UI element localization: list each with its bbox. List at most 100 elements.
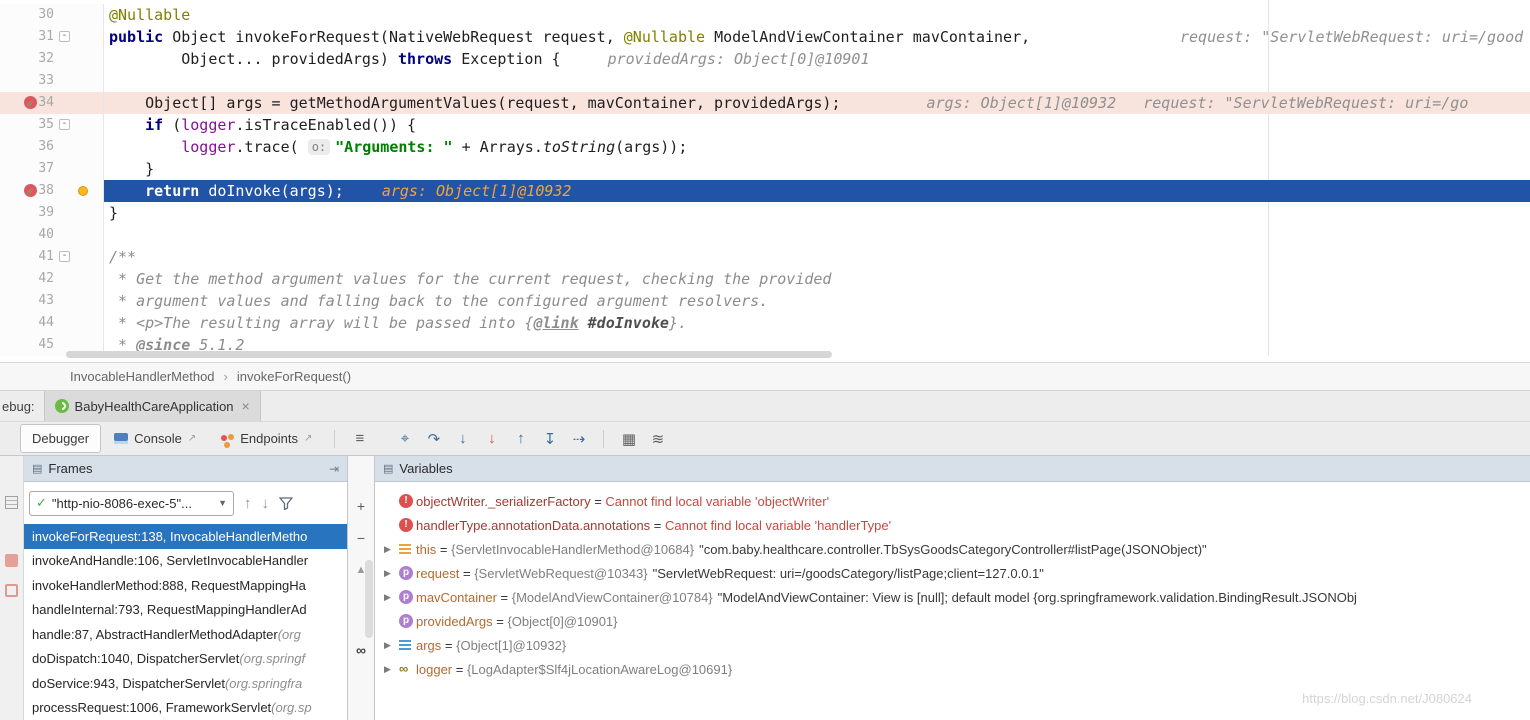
gutter-42[interactable]: 42 [0, 268, 104, 290]
memory-side-icon[interactable] [5, 554, 18, 567]
gutter-36[interactable]: 36 [0, 136, 104, 158]
grid-side-icon[interactable] [5, 496, 18, 509]
horizontal-scrollbar[interactable] [66, 351, 832, 358]
code-line-39[interactable]: 39} [0, 202, 1530, 224]
breakpoints-side-icon[interactable] [5, 584, 18, 597]
fold-icon[interactable]: - [59, 251, 70, 262]
filter-icon[interactable] [279, 497, 293, 510]
fold-icon[interactable]: - [59, 31, 70, 42]
inline-debug-hint: args: Object[1]@10932 request: "ServletW… [927, 94, 1469, 112]
stack-frame-row[interactable]: handle:87, AbstractHandlerMethodAdapter … [24, 622, 347, 647]
stack-frame-row[interactable]: handleInternal:793, RequestMappingHandle… [24, 598, 347, 623]
stack-frame-row[interactable]: doService:943, DispatcherServlet (org.sp… [24, 671, 347, 696]
endpoints-icon [220, 432, 234, 446]
code-line-40[interactable]: 40 [0, 224, 1530, 246]
stack-frame-row[interactable]: processRequest:1006, FrameworkServlet (o… [24, 696, 347, 720]
variable-row-this[interactable]: ▶this = {ServletInvocableHandlerMethod@1… [375, 537, 1530, 561]
next-frame-icon[interactable]: ↓ [262, 495, 270, 512]
close-icon[interactable]: × [242, 398, 250, 414]
variable-row-args[interactable]: ▶args = {Object[1]@10932} [375, 633, 1530, 657]
code-line-41[interactable]: 41-/** [0, 246, 1530, 268]
frames-scrollbar[interactable] [365, 560, 373, 638]
show-execution-point-icon[interactable]: ⌖ [391, 430, 418, 447]
variable-row-request[interactable]: ▶prequest = {ServletWebRequest@10343}"Se… [375, 561, 1530, 585]
step-out-icon[interactable]: ↑ [507, 430, 534, 447]
stack-frame-row[interactable]: invokeAndHandle:106, ServletInvocableHan… [24, 549, 347, 574]
stack-frame-row[interactable]: invokeForRequest:138, InvocableHandlerMe… [24, 524, 347, 549]
breakpoint-icon[interactable]: ✓ [24, 96, 37, 109]
code-line-30[interactable]: 30@Nullable [0, 4, 1530, 26]
code-line-42[interactable]: 42 * Get the method argument values for … [0, 268, 1530, 290]
gutter-41[interactable]: 41- [0, 246, 104, 268]
code-line-35[interactable]: 35- if (logger.isTraceEnabled()) { [0, 114, 1530, 136]
chevron-right-icon[interactable]: ▶ [384, 544, 399, 555]
pin-icon[interactable]: ⇥ [329, 462, 339, 476]
code-line-36[interactable]: 36 logger.trace( o:"Arguments: " + Array… [0, 136, 1530, 158]
code-line-37[interactable]: 37 } [0, 158, 1530, 180]
settings-icon[interactable]: ≋ [644, 430, 671, 448]
gutter-33[interactable]: 33 [0, 70, 104, 92]
thread-dropdown[interactable]: ✓ "http-nio-8086-exec-5"... ▼ [29, 491, 234, 516]
variable-row-logger[interactable]: ▶∞logger = {LogAdapter$Slf4jLocationAwar… [375, 657, 1530, 681]
smart-step-into-icon[interactable]: ⇢ [565, 430, 592, 448]
gutter-37[interactable]: 37 [0, 158, 104, 180]
add-watch-icon[interactable]: + [348, 498, 374, 514]
code-line-43[interactable]: 43 * argument values and falling back to… [0, 290, 1530, 312]
line-number: 44 [38, 312, 54, 334]
stack-frame-row[interactable]: doDispatch:1040, DispatcherServlet (org.… [24, 647, 347, 672]
gutter-38[interactable]: ✓38 [0, 180, 104, 202]
code-line-38[interactable]: ✓38 return doInvoke(args);args: Object[1… [0, 180, 1530, 202]
code-editor[interactable]: 30@Nullable 31-public Object invokeForRe… [0, 0, 1530, 362]
variable-row-error[interactable]: !handlerType.annotationData.annotations … [375, 513, 1530, 537]
tab-endpoints[interactable]: Endpoints↗ [209, 425, 323, 452]
gutter-43[interactable]: 43 [0, 290, 104, 312]
gutter-44[interactable]: 44 [0, 312, 104, 334]
gutter-35[interactable]: 35- [0, 114, 104, 136]
code-line-34[interactable]: ✓34 Object[] args = getMethodArgumentVal… [0, 92, 1530, 114]
breadcrumb-separator-icon: › [224, 369, 228, 384]
chevron-right-icon[interactable]: ▶ [384, 592, 399, 603]
gutter-32[interactable]: 32 [0, 48, 104, 70]
breadcrumb-method[interactable]: invokeForRequest() [237, 369, 351, 384]
code-line-32[interactable]: 32 Object... providedArgs) throws Except… [0, 48, 1530, 70]
breakpoint-icon[interactable]: ✓ [24, 184, 37, 197]
gutter-39[interactable]: 39 [0, 202, 104, 224]
frame-text: doService:943, DispatcherServlet [32, 676, 225, 691]
gutter-31[interactable]: 31- [0, 26, 104, 48]
tab-console[interactable]: Console↗ [103, 425, 207, 452]
stack-frame-row[interactable]: invokeHandlerMethod:888, RequestMappingH… [24, 573, 347, 598]
gutter-34[interactable]: ✓34 [0, 92, 104, 114]
code-line-33[interactable]: 33 [0, 70, 1530, 92]
variable-string: "ModelAndViewContainer: View is [null]; … [718, 590, 1357, 605]
chevron-right-icon[interactable]: ▶ [384, 568, 399, 579]
step-over-icon[interactable]: ↷ [420, 430, 447, 448]
evaluate-expression-icon[interactable]: ▦ [615, 430, 642, 448]
gutter-30[interactable]: 30 [0, 4, 104, 26]
watches-icon[interactable]: ∞ [348, 642, 374, 658]
variable-ref: {LogAdapter$Slf4jLocationAwareLog@10691} [467, 662, 732, 677]
gutter-40[interactable]: 40 [0, 224, 104, 246]
force-step-into-icon[interactable]: ↓ [478, 430, 505, 447]
fold-icon[interactable]: - [59, 119, 70, 130]
variable-name: args [416, 638, 441, 653]
layout-menu-icon[interactable]: ≡ [346, 430, 373, 447]
tab-debugger[interactable]: Debugger [20, 424, 101, 453]
step-into-icon[interactable]: ↓ [449, 430, 476, 447]
watermark: https://blog.csdn.net/J080624 [1302, 691, 1472, 706]
inline-debug-hint: request: "ServletWebRequest: uri=/good [1180, 26, 1523, 48]
variable-row-providedargs[interactable]: pprovidedArgs = {Object[0]@10901} [375, 609, 1530, 633]
code-line-31[interactable]: 31-public Object invokeForRequest(Native… [0, 26, 1530, 48]
prev-frame-icon[interactable]: ↑ [244, 495, 252, 512]
toolbar-separator [603, 430, 604, 448]
code-line-44[interactable]: 44 * <p>The resulting array will be pass… [0, 312, 1530, 334]
chevron-down-icon: ▼ [218, 498, 227, 508]
variable-row-mavcontainer[interactable]: ▶pmavContainer = {ModelAndViewContainer@… [375, 585, 1530, 609]
chevron-right-icon[interactable]: ▶ [384, 664, 399, 675]
breadcrumb-class[interactable]: InvocableHandlerMethod [70, 369, 215, 384]
session-tab[interactable]: BabyHealthCareApplication × [44, 391, 261, 421]
chevron-right-icon[interactable]: ▶ [384, 640, 399, 651]
line-number: 40 [38, 224, 54, 246]
run-to-cursor-icon[interactable]: ↧ [536, 430, 563, 448]
variable-row-error[interactable]: !objectWriter._serializerFactory = Canno… [375, 489, 1530, 513]
remove-watch-icon[interactable]: − [348, 530, 374, 546]
